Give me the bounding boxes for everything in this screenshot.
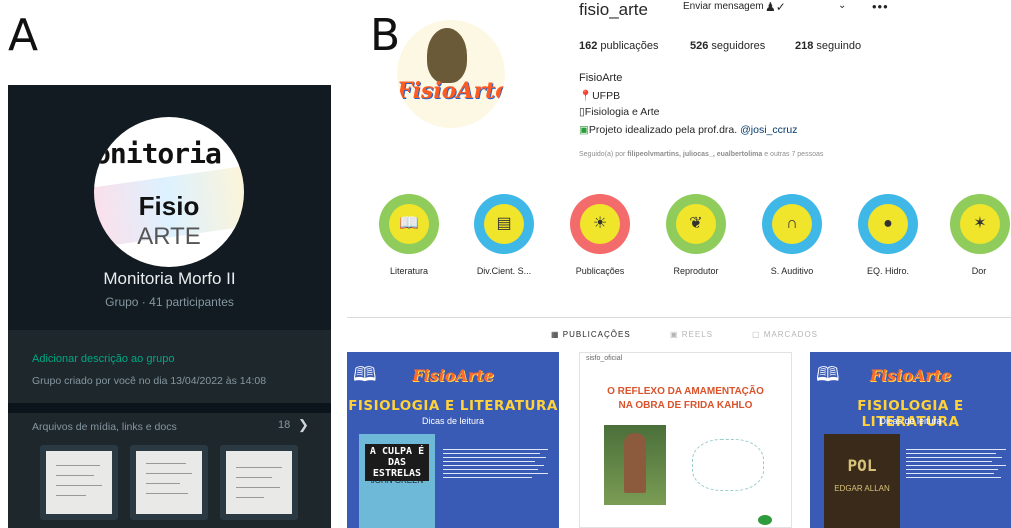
uterus-icon: ❦ — [689, 215, 703, 232]
ear-icon: ∩ — [786, 215, 798, 232]
bio-line-topic: ▯Fisiologia e Arte — [579, 106, 660, 118]
pin-icon: 📍 — [579, 90, 593, 102]
followers-count[interactable]: 526 seguidores — [690, 40, 765, 52]
highlight-literatura[interactable]: 📖 — [379, 194, 439, 254]
mention-link[interactable]: @josi_ccruz — [740, 124, 797, 136]
posts-count[interactable]: 162 publicações — [579, 40, 659, 52]
post-subtitle: Dicas de leitura — [421, 416, 485, 426]
reflex-diagram — [692, 439, 764, 491]
group-avatar[interactable]: onitoria 2021 Fisio ARTE — [94, 117, 244, 267]
panel-label-a: A — [8, 10, 39, 61]
tab-reels[interactable]: ▣ REELS — [670, 330, 713, 339]
chevron-down-icon[interactable]: ⌄ — [838, 0, 846, 11]
add-description-link[interactable]: Adicionar descrição ao grupo — [32, 353, 174, 365]
post-body-text — [906, 446, 1006, 481]
post-title: FISIOLOGIA E LITERATURA — [348, 398, 558, 414]
book-author: JOHN GREEN — [370, 476, 424, 485]
highlight-reprodutor[interactable]: ❦ — [666, 194, 726, 254]
media-thumbnail[interactable] — [220, 445, 298, 520]
followed-by-text[interactable]: Seguido(a) por filipeolvmartins, julioca… — [579, 151, 823, 158]
highlight-s-auditivo[interactable]: ∩ — [762, 194, 822, 254]
following-count[interactable]: 218 seguindo — [795, 40, 861, 52]
group-participants: Grupo · 41 participantes — [105, 295, 234, 309]
book-cover: POL EDGAR ALLAN — [824, 434, 900, 528]
tab-marcados[interactable]: ▢ MARCADOS — [752, 330, 818, 339]
avatar-text-line3: ARTE — [137, 223, 201, 250]
media-count: 18 — [278, 419, 291, 431]
followers-number: 526 — [690, 40, 709, 52]
chevron-right-icon[interactable]: ❯ — [298, 417, 309, 433]
highlight-label: EQ. Hidro. — [866, 266, 909, 276]
leaf-icon — [758, 515, 772, 525]
bio-line-university: 📍UFPB — [579, 90, 621, 102]
post-fisiologia-literatura-1[interactable]: 🕮 FisioArte FISIOLOGIA E LITERATURA Dica… — [347, 352, 559, 528]
document-preview — [136, 451, 202, 514]
highlight-publicacoes[interactable]: ☀ — [570, 194, 630, 254]
avatar-logo: FisioArte — [397, 78, 505, 104]
bio-name: FisioArte — [579, 72, 623, 84]
person-check-icon[interactable]: ♟✓ — [765, 0, 786, 14]
frida-painting — [604, 425, 666, 505]
profile-avatar[interactable]: FisioArte — [397, 20, 505, 128]
post-subtitle: Dicas de leitura — [879, 416, 942, 426]
pain-icon: ✶ — [973, 215, 987, 232]
panel-label-b: B — [370, 10, 401, 61]
post-body-text — [443, 446, 548, 481]
highlight-label: Publicações — [575, 266, 625, 276]
post-frida-kahlo[interactable]: sisfo_oficial O REFLEXO DA AMAMENTAÇÃO N… — [579, 352, 792, 528]
section-divider — [8, 403, 331, 413]
tabs-divider — [347, 317, 1011, 318]
avatar-text-line2: Fisio — [138, 191, 200, 221]
book-title: POL — [847, 456, 877, 475]
bulb-icon: ▣ — [579, 124, 589, 136]
laptop-icon: ▤ — [496, 215, 512, 232]
post-brand: FisioArte — [869, 366, 952, 385]
profile-username: fisio_arte — [579, 0, 648, 19]
group-name: Monitoria Morfo II — [103, 269, 236, 288]
document-preview — [226, 451, 292, 514]
followers-label: seguidores — [711, 40, 766, 52]
more-icon[interactable]: ••• — [872, 0, 889, 14]
group-created-text: Grupo criado por você no dia 13/04/2022 … — [32, 375, 267, 387]
book-cover: A CULPA É DAS ESTRELAS JOHN GREEN — [359, 434, 435, 528]
media-thumbnail[interactable] — [130, 445, 208, 520]
group-header: onitoria 2021 Fisio ARTE Monitoria Morfo… — [8, 85, 331, 330]
following-label: seguindo — [816, 40, 862, 52]
posts-label: publicações — [600, 40, 659, 52]
highlight-label: Reprodutor — [673, 266, 719, 276]
reels-icon: ▣ — [670, 330, 682, 339]
highlight-eq-hidro[interactable]: ● — [858, 194, 918, 254]
bio-line-project: ▣Projeto idealizado pela prof.dra. @josi… — [579, 124, 798, 136]
posts-number: 162 — [579, 40, 598, 52]
highlight-label: S. Auditivo — [770, 266, 814, 276]
grid-icon: ▦ — [551, 330, 563, 339]
send-message-button[interactable]: Enviar mensagem — [683, 1, 764, 12]
media-thumbnail[interactable] — [40, 445, 118, 520]
media-links-docs-row[interactable]: Arquivos de mídia, links e docs — [32, 421, 177, 433]
post-fisiologia-literatura-2[interactable]: 🕮 FisioArte FISIOLOGIA E LITERATURA Dica… — [810, 352, 1011, 528]
whatsapp-group-info: onitoria 2021 Fisio ARTE Monitoria Morfo… — [8, 85, 331, 528]
book-icon: 📖 — [399, 215, 419, 232]
lightbulb-icon: ☀ — [592, 215, 608, 232]
highlight-label: Literatura — [389, 266, 429, 276]
following-number: 218 — [795, 40, 814, 52]
avatar-text-line1: onitoria 2021 — [94, 137, 244, 170]
document-preview — [46, 451, 112, 514]
shared-by-label: sisfo_oficial — [586, 355, 623, 362]
highlight-label: Dor — [971, 266, 987, 276]
highlight-label: Div.Cient. S... — [476, 266, 532, 276]
tagged-icon: ▢ — [752, 330, 764, 339]
book-author: EDGAR ALLAN — [834, 484, 890, 493]
highlight-div-cient[interactable]: ▤ — [474, 194, 534, 254]
post-title: O REFLEXO DA AMAMENTAÇÃO NA OBRA DE FRID… — [607, 386, 764, 411]
post-brand: FisioArte — [412, 366, 494, 385]
tab-publicacoes[interactable]: ▦ PUBLICAÇÕES — [551, 330, 631, 339]
highlight-dor[interactable]: ✶ — [950, 194, 1010, 254]
drop-icon: ● — [883, 215, 893, 232]
mona-lisa-illustration — [427, 28, 467, 83]
